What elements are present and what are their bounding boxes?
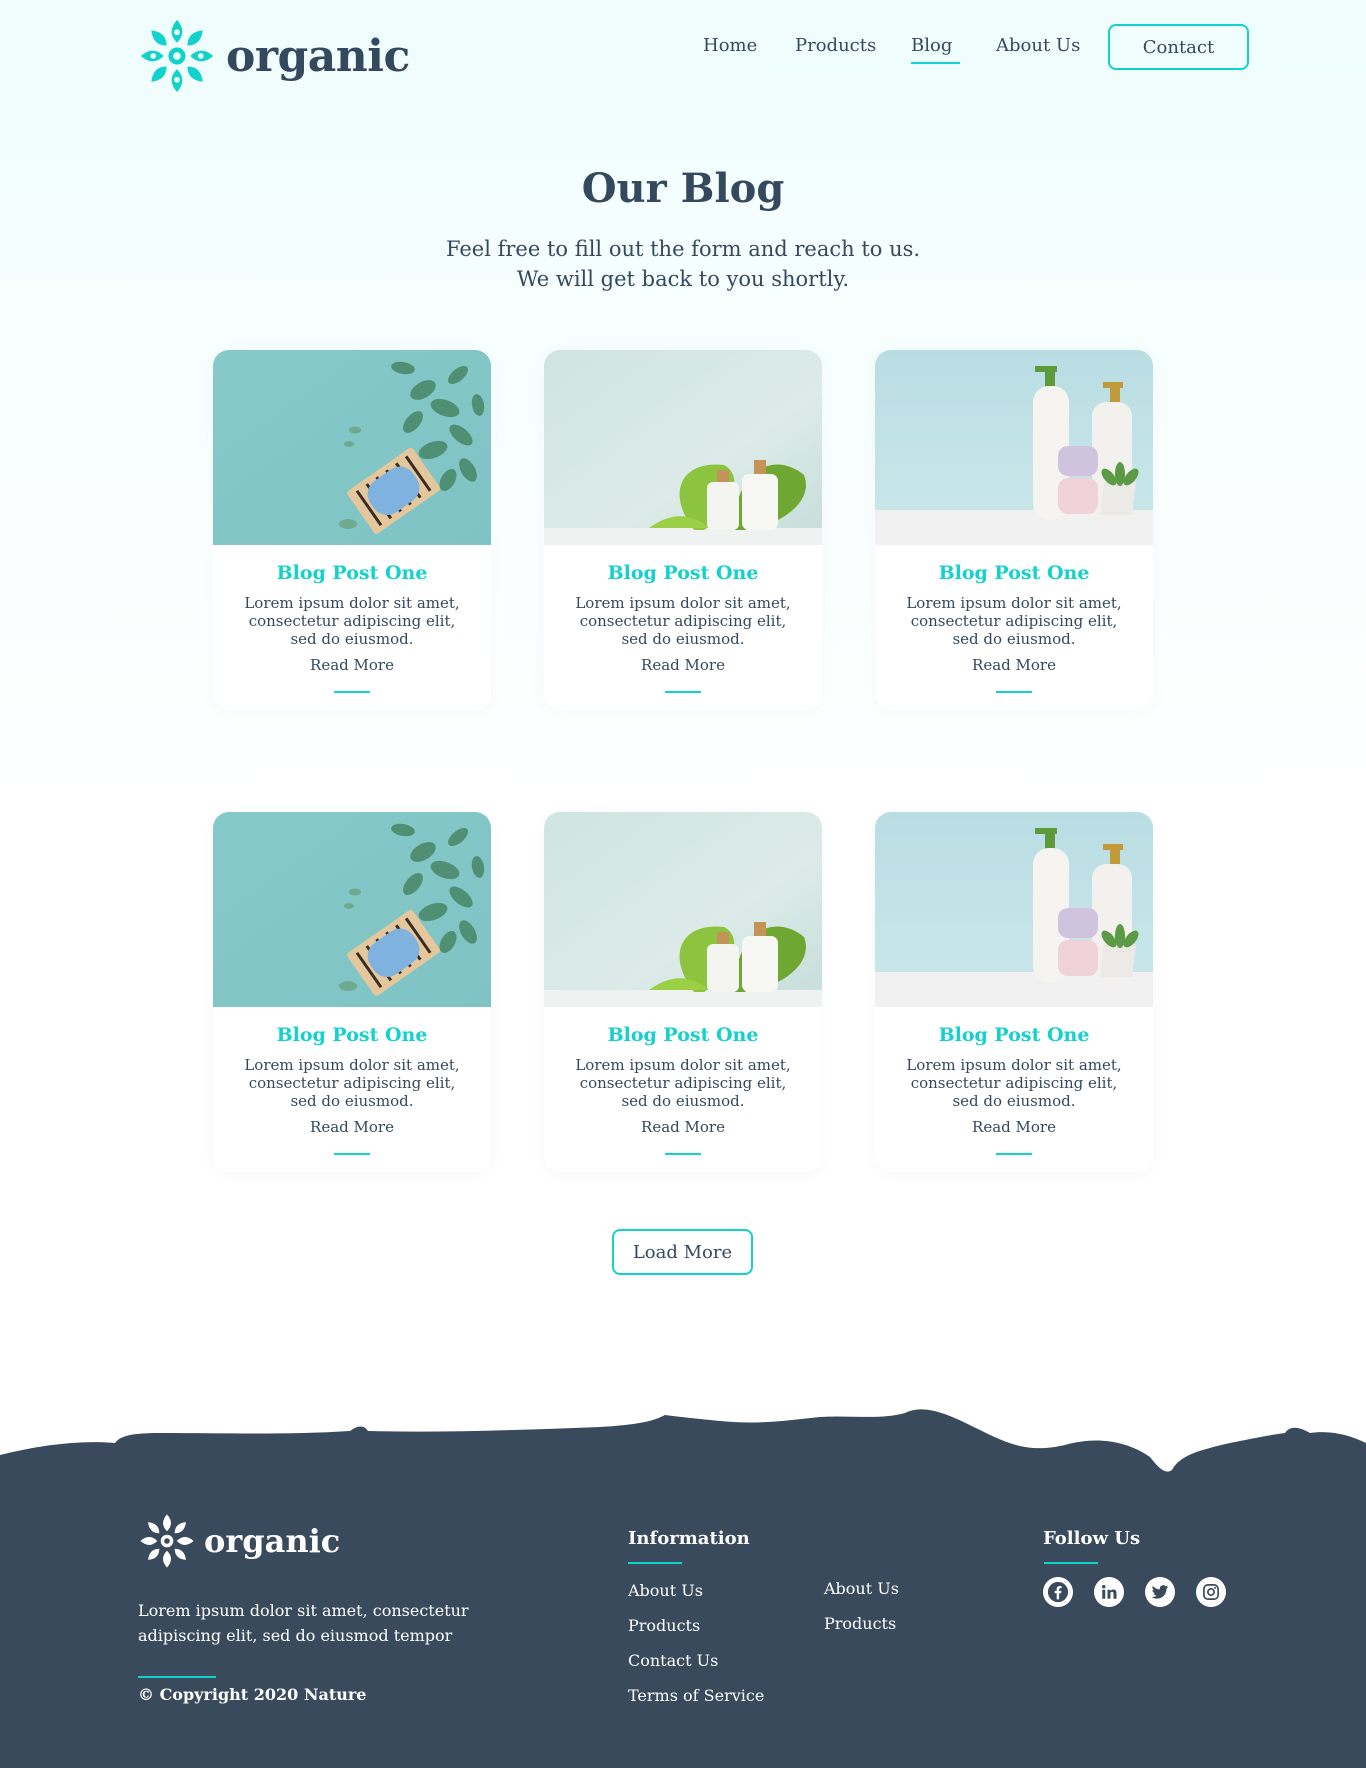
nav-blog[interactable]: Blog — [911, 35, 961, 64]
footer-brand-name: organic — [204, 1522, 341, 1560]
blog-card-image[interactable] — [544, 350, 822, 545]
footer-link-about-us[interactable]: About Us — [628, 1581, 703, 1600]
read-more-underline — [665, 1153, 701, 1155]
eucalyptus-soap-image — [213, 812, 491, 1007]
blog-card-image[interactable] — [875, 812, 1153, 1007]
page-subtitle-line-1: Feel free to fill out the form and reach… — [445, 237, 921, 261]
site-footer: organic Lorem ipsum dolor sit amet, cons… — [0, 1480, 1366, 1768]
footer-link-about-us-2[interactable]: About Us — [824, 1579, 899, 1598]
read-more-link[interactable]: Read More — [875, 1118, 1153, 1136]
facebook-icon[interactable] — [1043, 1577, 1073, 1607]
blog-card-title[interactable]: Blog Post One — [213, 1024, 491, 1046]
read-more-link[interactable]: Read More — [544, 656, 822, 674]
information-heading-underline — [628, 1562, 682, 1564]
blog-card-excerpt: Lorem ipsum dolor sit amet, consectetur … — [575, 1056, 791, 1110]
leaf-bottles-image — [544, 350, 822, 545]
blog-card: Blog Post One Lorem ipsum dolor sit amet… — [875, 350, 1153, 710]
nav-about-us[interactable]: About Us — [996, 35, 1080, 56]
twitter-icon[interactable] — [1145, 1577, 1175, 1607]
leaf-bottles-image — [544, 812, 822, 1007]
read-more-link[interactable]: Read More — [875, 656, 1153, 674]
blog-card-title[interactable]: Blog Post One — [544, 562, 822, 584]
linkedin-icon[interactable] — [1094, 1577, 1124, 1607]
read-more-link[interactable]: Read More — [213, 1118, 491, 1136]
contact-button[interactable]: Contact — [1108, 24, 1249, 70]
footer-link-contact-us[interactable]: Contact Us — [628, 1651, 718, 1670]
nav-home[interactable]: Home — [703, 35, 757, 56]
follow-us-heading: Follow Us — [1043, 1528, 1141, 1549]
blog-card: Blog Post One Lorem ipsum dolor sit amet… — [213, 350, 491, 710]
blog-card-title[interactable]: Blog Post One — [875, 1024, 1153, 1046]
eucalyptus-soap-image — [213, 350, 491, 545]
footer-link-products[interactable]: Products — [628, 1616, 700, 1635]
page-subtitle: Feel free to fill out the form and reach… — [0, 234, 1366, 294]
blog-card-excerpt: Lorem ipsum dolor sit amet, consectetur … — [244, 1056, 460, 1110]
footer-divider — [138, 1676, 216, 1678]
blog-card-excerpt: Lorem ipsum dolor sit amet, consectetur … — [575, 594, 791, 648]
read-more-link[interactable]: Read More — [544, 1118, 822, 1136]
blog-card-title[interactable]: Blog Post One — [544, 1024, 822, 1046]
blog-card-image[interactable] — [213, 812, 491, 1007]
blog-card-image[interactable] — [213, 350, 491, 545]
blog-card: Blog Post One Lorem ipsum dolor sit amet… — [544, 350, 822, 710]
read-more-underline — [996, 1153, 1032, 1155]
blog-card-excerpt: Lorem ipsum dolor sit amet, consectetur … — [244, 594, 460, 648]
read-more-underline — [665, 691, 701, 693]
footer-brand-logo[interactable]: organic — [138, 1513, 340, 1569]
footer-description: Lorem ipsum dolor sit amet, consectetur … — [138, 1601, 469, 1645]
mandala-logo-icon — [140, 1514, 194, 1568]
blog-card-excerpt: Lorem ipsum dolor sit amet, consectetur … — [906, 594, 1122, 648]
footer-copyright: © Copyright 2020 Nature — [138, 1685, 367, 1704]
read-more-link[interactable]: Read More — [213, 656, 491, 674]
load-more-button[interactable]: Load More — [612, 1229, 753, 1275]
site-header: organic Home Products Blog About Us Cont… — [0, 0, 1366, 100]
blog-card-excerpt: Lorem ipsum dolor sit amet, consectetur … — [906, 1056, 1122, 1110]
read-more-underline — [334, 691, 370, 693]
blog-card: Blog Post One Lorem ipsum dolor sit amet… — [213, 812, 491, 1172]
blog-card-image[interactable] — [544, 812, 822, 1007]
information-heading: Information — [628, 1528, 750, 1549]
read-more-underline — [334, 1153, 370, 1155]
follow-us-heading-underline — [1044, 1562, 1098, 1564]
blog-card-title[interactable]: Blog Post One — [213, 562, 491, 584]
pump-bottles-image — [875, 350, 1153, 545]
nav-products[interactable]: Products — [795, 35, 876, 56]
blog-card: Blog Post One Lorem ipsum dolor sit amet… — [544, 812, 822, 1172]
main-nav: Home Products Blog About Us Contact — [0, 24, 1366, 70]
footer-link-products-2[interactable]: Products — [824, 1614, 896, 1633]
read-more-underline — [996, 691, 1032, 693]
pump-bottles-image — [875, 812, 1153, 1007]
blog-card-title[interactable]: Blog Post One — [875, 562, 1153, 584]
blog-card-image[interactable] — [875, 350, 1153, 545]
footer-link-terms[interactable]: Terms of Service — [628, 1686, 764, 1705]
page-subtitle-line-2: We will get back to you shortly. — [516, 267, 850, 291]
page-title: Our Blog — [581, 165, 785, 212]
instagram-icon[interactable] — [1196, 1577, 1226, 1607]
blog-card: Blog Post One Lorem ipsum dolor sit amet… — [875, 812, 1153, 1172]
